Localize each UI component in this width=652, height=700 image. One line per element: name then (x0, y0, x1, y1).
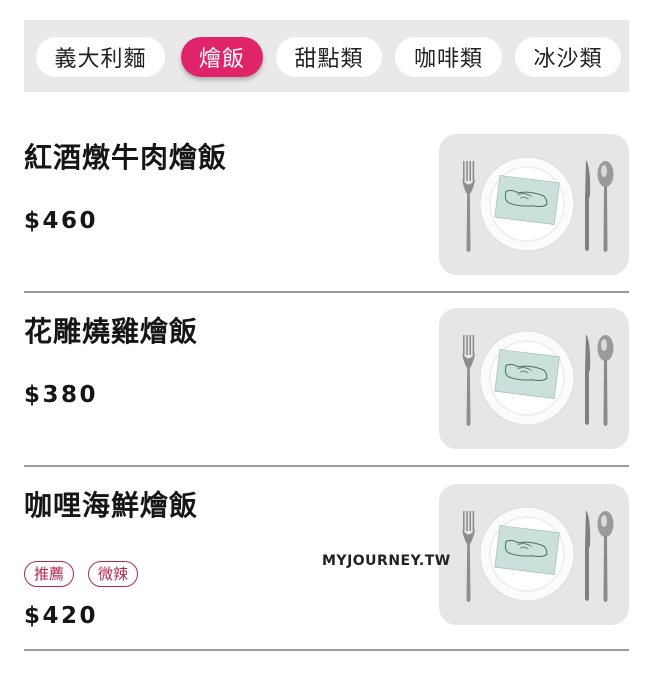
item-price: $380 (24, 382, 99, 408)
divider (24, 465, 629, 467)
menu-item[interactable]: 花雕燒雞燴飯 $380 (0, 294, 652, 466)
divider (24, 649, 629, 651)
item-name: 紅酒燉牛肉燴飯 (24, 141, 228, 174)
place-setting-icon (439, 484, 629, 625)
item-image[interactable] (439, 308, 629, 449)
tag-recommended: 推薦 (24, 561, 75, 587)
tag-mild-spicy: 微辣 (88, 561, 139, 587)
divider (24, 291, 629, 293)
item-image[interactable] (439, 484, 629, 625)
place-setting-icon (439, 134, 629, 275)
watermark: MYJOURNEY.TW (322, 553, 451, 569)
tab-pasta[interactable]: 義大利麵 (36, 37, 165, 77)
item-name: 咖哩海鮮燴飯 (24, 489, 199, 522)
menu-item[interactable]: 紅酒燉牛肉燴飯 $460 (0, 120, 652, 292)
tab-desserts[interactable]: 甜點類 (276, 37, 382, 77)
item-image[interactable] (439, 134, 629, 275)
tab-smoothies[interactable]: 冰沙類 (515, 37, 621, 77)
category-tab-bar: 義大利麵 燴飯 甜點類 咖啡類 冰沙類 (24, 20, 629, 92)
item-price: $460 (24, 208, 99, 234)
item-price: $420 (24, 603, 99, 629)
tab-coffee[interactable]: 咖啡類 (395, 37, 502, 77)
item-name: 花雕燒雞燴飯 (24, 315, 199, 348)
tab-rice-active[interactable]: 燴飯 (181, 37, 263, 77)
item-tags: 推薦 微辣 (24, 561, 139, 587)
place-setting-icon (439, 308, 629, 449)
